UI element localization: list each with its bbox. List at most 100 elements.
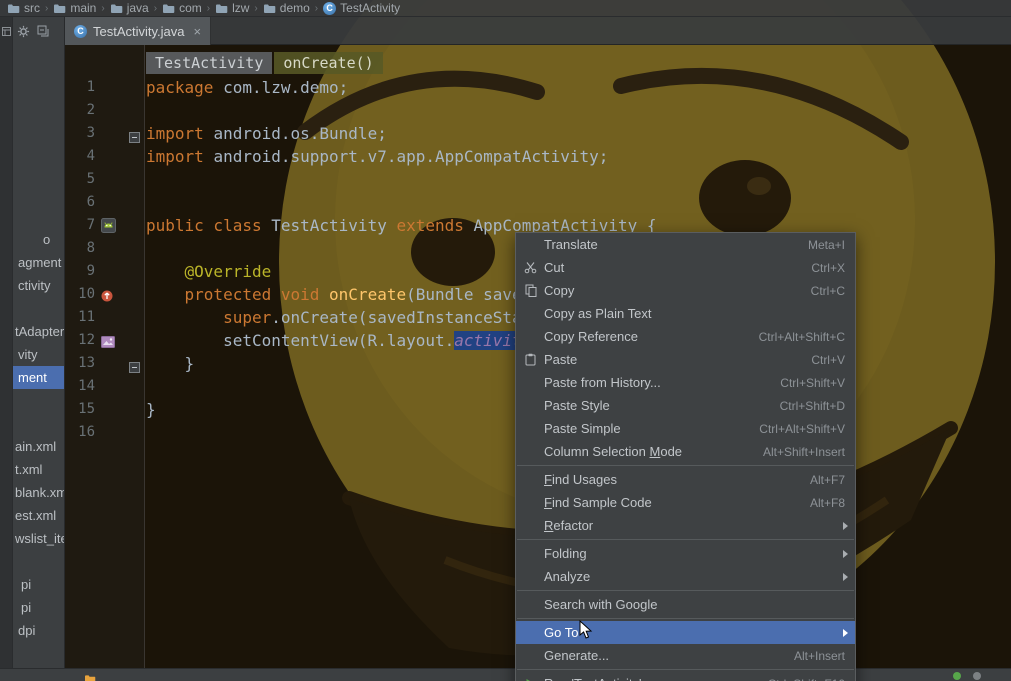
tree-item[interactable] [13,297,64,320]
menu-item-translate[interactable]: Translate Meta+I [516,233,855,256]
breadcrumb-method-chip[interactable]: onCreate() [274,52,383,74]
line-number[interactable]: 1 [65,76,95,99]
line-number[interactable]: 11 [65,306,95,329]
menu-item-shortcut: Alt+Shift+Insert [762,444,845,459]
menu-item-refactor[interactable]: Refactor [516,514,855,537]
breadcrumb-item-java[interactable]: java [108,0,151,17]
line-number[interactable]: 2 [65,99,95,122]
tree-item[interactable] [13,389,64,412]
menu-item-label: Copy Reference [544,329,638,344]
fold-icon[interactable] [129,358,140,373]
breadcrumb-label: com [179,1,202,15]
breadcrumb-label: demo [279,1,310,15]
class-icon: C [74,24,87,38]
code-text: import android.support.v7.app.AppCompatA… [146,147,609,166]
tree-item[interactable]: wslist_item [13,527,64,550]
line-number[interactable]: 10 [65,283,95,306]
layout-icon[interactable] [101,333,117,349]
tree-item[interactable]: t.xml [13,458,64,481]
code-line[interactable]: 1 package com.lzw.demo; [65,76,1011,99]
tree-item[interactable]: blank.xml [13,481,64,504]
project-tool-icon[interactable] [2,23,11,41]
breadcrumb-items: src › main › java › com › lzw › demo › C TestActivity [5,0,402,17]
menu-item-paste-from-history[interactable]: Paste from History... Ctrl+Shift+V [516,371,855,394]
tab-testactivity-java[interactable]: C TestActivity.java × [65,17,212,45]
menu-item-shortcut: Ctrl+Shift+D [779,398,845,413]
tree-item[interactable]: o [13,228,64,251]
menu-item-run-testactivity[interactable]: Run 'TestActivity' Ctrl+Shift+F10 [516,672,855,681]
menu-item-analyze[interactable]: Analyze [516,565,855,588]
override-icon[interactable] [101,287,117,303]
line-number[interactable]: 16 [65,421,95,444]
fold-icon[interactable] [129,128,140,143]
tree-item[interactable]: pi [13,596,64,619]
code-line[interactable]: 5 [65,168,1011,191]
line-number[interactable]: 7 [65,214,95,237]
tree-item[interactable]: ctivity [13,274,64,297]
class-icon: C [323,1,337,15]
menu-item-go-to[interactable]: Go To [516,621,855,644]
menu-item-folding[interactable]: Folding [516,542,855,565]
menu-item-paste-style[interactable]: Paste Style Ctrl+Shift+D [516,394,855,417]
line-number[interactable]: 15 [65,398,95,421]
menu-item-label: Generate... [544,648,610,663]
code-line[interactable]: 3 import android.os.Bundle; [65,122,1011,145]
tree-item[interactable]: agment [13,251,64,274]
breadcrumb-item-testactivity[interactable]: C TestActivity [321,0,402,17]
menu-item-label: Translate [544,237,598,252]
breadcrumb-item-main[interactable]: main [51,0,98,17]
line-number[interactable]: 14 [65,375,95,398]
code-line[interactable]: 2 [65,99,1011,122]
tree-item[interactable] [13,550,64,573]
menu-item-paste[interactable]: Paste Ctrl+V [516,348,855,371]
menu-item-search-with-google[interactable]: Search with Google [516,593,855,616]
code-line[interactable]: 4 import android.support.v7.app.AppCompat… [65,145,1011,168]
tree-item[interactable]: vity [13,343,64,366]
menu-item-cut[interactable]: Cut Ctrl+X [516,256,855,279]
breadcrumb-item-src[interactable]: src [5,0,42,17]
menu-item-paste-simple[interactable]: Paste Simple Ctrl+Alt+Shift+V [516,417,855,440]
code-text: } [146,354,195,373]
status-green-icon[interactable] [953,672,961,680]
tree-item[interactable]: pi [13,573,64,596]
line-number[interactable]: 5 [65,168,95,191]
menu-separator [517,465,854,466]
menu-item-icon [522,306,539,321]
project-folder-icon[interactable] [84,671,96,681]
line-number[interactable]: 13 [65,352,95,375]
menu-item-icon [522,518,539,533]
tree-item[interactable]: est.xml [13,504,64,527]
android-icon[interactable] [101,218,117,234]
menu-item-generate[interactable]: Generate... Alt+Insert [516,644,855,667]
menu-item-find-usages[interactable]: Find Usages Alt+F7 [516,468,855,491]
code-text: @Override [184,262,272,281]
menu-item-column-selection-mode[interactable]: Column Selection Mode Alt+Shift+Insert [516,440,855,463]
line-number[interactable]: 6 [65,191,95,214]
menu-item-copy-reference[interactable]: Copy Reference Ctrl+Alt+Shift+C [516,325,855,348]
cut-icon [522,260,539,275]
line-number[interactable]: 3 [65,122,95,145]
tree-item[interactable] [13,412,64,435]
menu-item-copy-as-plain-text[interactable]: Copy as Plain Text [516,302,855,325]
menu-item-copy[interactable]: Copy Ctrl+C [516,279,855,302]
breadcrumb-item-demo[interactable]: demo [261,0,312,17]
code-line[interactable]: 6 [65,191,1011,214]
tree-item[interactable]: ain.xml [13,435,64,458]
status-gray-icon[interactable] [973,672,981,680]
breadcrumb-item-lzw[interactable]: lzw [213,0,251,17]
line-number[interactable]: 9 [65,260,95,283]
close-icon[interactable]: × [194,24,202,39]
tree-item[interactable]: dpi [13,619,64,642]
line-number[interactable]: 8 [65,237,95,260]
line-number[interactable]: 4 [65,145,95,168]
tree-item[interactable]: tAdapter [13,320,64,343]
menu-separator [517,590,854,591]
line-number[interactable]: 12 [65,329,95,352]
menu-item-shortcut: Alt+F7 [809,472,845,487]
breadcrumb-item-com[interactable]: com [160,0,204,17]
tree-item[interactable]: ment [13,366,64,389]
menu-item-label: Cut [544,260,565,275]
menu-item-find-sample-code[interactable]: Find Sample Code Alt+F8 [516,491,855,514]
menu-item-icon [522,421,539,436]
breadcrumb-class-chip[interactable]: TestActivity [146,52,273,74]
